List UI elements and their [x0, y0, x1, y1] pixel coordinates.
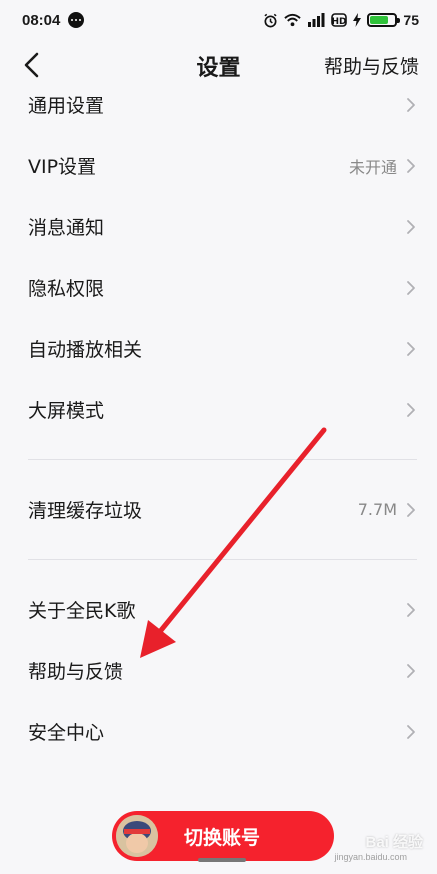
settings-item-help-feedback[interactable]: 帮助与反馈: [0, 640, 437, 701]
watermark-url: jingyan.baidu.com: [334, 852, 407, 862]
settings-item-right: [405, 219, 417, 235]
settings-item-autoplay[interactable]: 自动播放相关: [0, 318, 437, 379]
chevron-right-icon: [407, 280, 415, 295]
settings-item-right: [405, 280, 417, 296]
settings-item-label: 消息通知: [28, 217, 105, 239]
settings-item-privacy[interactable]: 隐私权限: [0, 257, 437, 318]
settings-item-label: 清理缓存垃圾: [28, 500, 143, 522]
settings-item-right: [405, 97, 417, 113]
settings-item-label: 通用设置: [28, 95, 105, 117]
status-left: 08:04: [22, 11, 85, 29]
settings-item-label: 关于全民K歌: [28, 600, 136, 622]
status-bar: 08:04 HD 75: [0, 0, 437, 40]
settings-item-right: [405, 602, 417, 618]
section-divider: [28, 459, 417, 460]
chevron-right-icon: [407, 502, 415, 517]
settings-item-notifications[interactable]: 消息通知: [0, 196, 437, 257]
chevron-right-icon: [407, 219, 415, 234]
settings-item-label: 自动播放相关: [28, 339, 143, 361]
watermark-logo: Bai 经验: [365, 834, 423, 851]
status-right: HD 75: [263, 12, 419, 28]
charging-icon: [353, 13, 362, 27]
avatar: [116, 815, 158, 857]
svg-text:HD: HD: [332, 17, 347, 27]
settings-item-general[interactable]: 通用设置: [0, 74, 437, 135]
settings-item-clear-cache[interactable]: 清理缓存垃圾 7.7M: [0, 479, 437, 540]
settings-item-label: 大屏模式: [28, 400, 105, 422]
switch-account-button[interactable]: 切换账号: [112, 811, 334, 861]
chevron-right-icon: [407, 724, 415, 739]
settings-list: 通用设置 VIP设置 未开通 消息通知 隐私权限 自动播放相关 大屏模式 清理缓…: [0, 74, 437, 762]
chevron-right-icon: [407, 158, 415, 173]
switch-account-label: 切换账号: [184, 826, 261, 849]
vip-status-value: 未开通: [348, 157, 397, 177]
settings-item-right: 未开通: [349, 154, 417, 178]
chevron-right-icon: [407, 97, 415, 112]
settings-item-label: 安全中心: [28, 722, 105, 744]
avatar-image: [116, 815, 158, 857]
settings-item-about[interactable]: 关于全民K歌: [0, 579, 437, 640]
chat-bubble-icon: [68, 12, 85, 28]
settings-item-vip[interactable]: VIP设置 未开通: [0, 135, 437, 196]
settings-item-right: 7.7M: [358, 500, 417, 519]
hd-icon: HD: [331, 13, 348, 27]
status-time: 08:04: [22, 11, 61, 29]
settings-item-label: VIP设置: [28, 156, 97, 178]
battery-level: [370, 16, 389, 24]
settings-item-right: [405, 402, 417, 418]
settings-item-label: 隐私权限: [28, 278, 105, 300]
settings-item-big-screen[interactable]: 大屏模式: [0, 379, 437, 440]
settings-item-label: 帮助与反馈: [28, 661, 124, 683]
battery-percent: 75: [403, 12, 419, 28]
alarm-icon: [264, 13, 277, 27]
cache-size-value: 7.7M: [357, 500, 397, 519]
chevron-right-icon: [407, 663, 415, 678]
chevron-right-icon: [407, 602, 415, 617]
signal-icon: [308, 13, 325, 27]
chevron-right-icon: [407, 341, 415, 356]
settings-item-right: [405, 663, 417, 679]
settings-item-security[interactable]: 安全中心: [0, 701, 437, 762]
settings-item-right: [405, 724, 417, 740]
chevron-right-icon: [407, 402, 415, 417]
section-divider: [28, 559, 417, 560]
settings-item-right: [405, 341, 417, 357]
wifi-icon: [284, 13, 302, 27]
home-indicator[interactable]: [198, 858, 246, 862]
battery-icon: [367, 13, 401, 27]
